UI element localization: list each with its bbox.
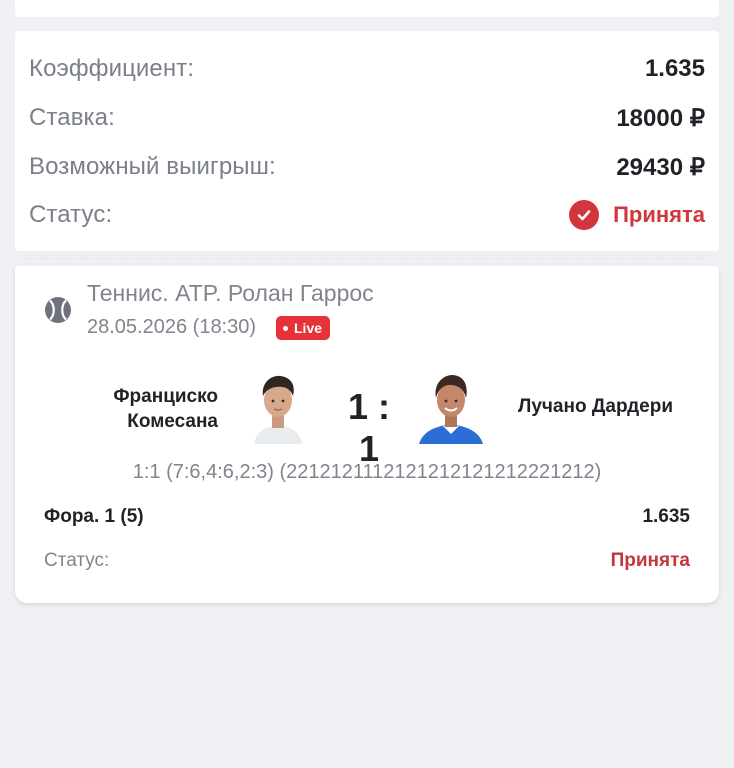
player1-first-name: Франциско [113,386,218,407]
status-row: Статус: Принята [29,198,705,232]
coefficient-value: 1.635 [644,55,705,82]
previous-ticket-bottom [15,0,719,17]
bet-outcome-row: Фора. 1 (5) 1.635 [44,506,690,528]
event-status-value: Принята [610,550,690,571]
bet-outcome-coef: 1.635 [642,506,690,527]
perforation-notch [711,16,727,32]
possible-win-value: 29430 ₽ [616,153,705,181]
perforation-notch [711,251,727,267]
status-value-wrap: Принята [569,200,705,230]
player2-name: Лучано Дардери [518,396,674,417]
possible-win-label: Возможный выигрыш: [29,153,276,180]
league-name: Теннис. ATP. Ролан Гаррос [87,280,374,306]
live-badge: Live [276,316,331,340]
event-datetime: 28.05.2026 (18:30) [87,316,257,338]
match-score: 1 : 1 [347,386,390,469]
score-detail: 1:1 (7:6,4:6,2:3) (221212111212121212121… [132,461,602,483]
status-value: Принята [613,202,705,227]
player2-avatar [419,375,483,444]
bet-outcome-name: Фора. 1 (5) [44,506,144,527]
live-dot-icon [283,325,288,331]
event-status-label: Статус: [44,550,110,571]
event-status-row: Статус: Принята [44,550,690,572]
coefficient-label: Коэффициент: [29,55,195,82]
perforation-line [15,258,719,259]
possible-win-row: Возможный выигрыш: 29430 ₽ [29,150,705,184]
player1-name: Франциско Комесана [58,384,218,434]
status-label: Статус: [29,201,113,228]
perforation-notch [7,251,23,267]
player1-last-name: Комесана [127,411,218,432]
perforation-notch [7,16,23,32]
tennis-ball-icon [45,297,71,323]
player1-avatar [254,375,302,444]
stake-row: Ставка: 18000 ₽ [29,101,705,135]
stake-value: 18000 ₽ [616,104,705,132]
coefficient-row: Коэффициент: 1.635 [29,52,705,86]
check-circle-icon [569,200,600,230]
stake-label: Ставка: [29,104,115,131]
live-badge-label: Live [294,320,323,336]
